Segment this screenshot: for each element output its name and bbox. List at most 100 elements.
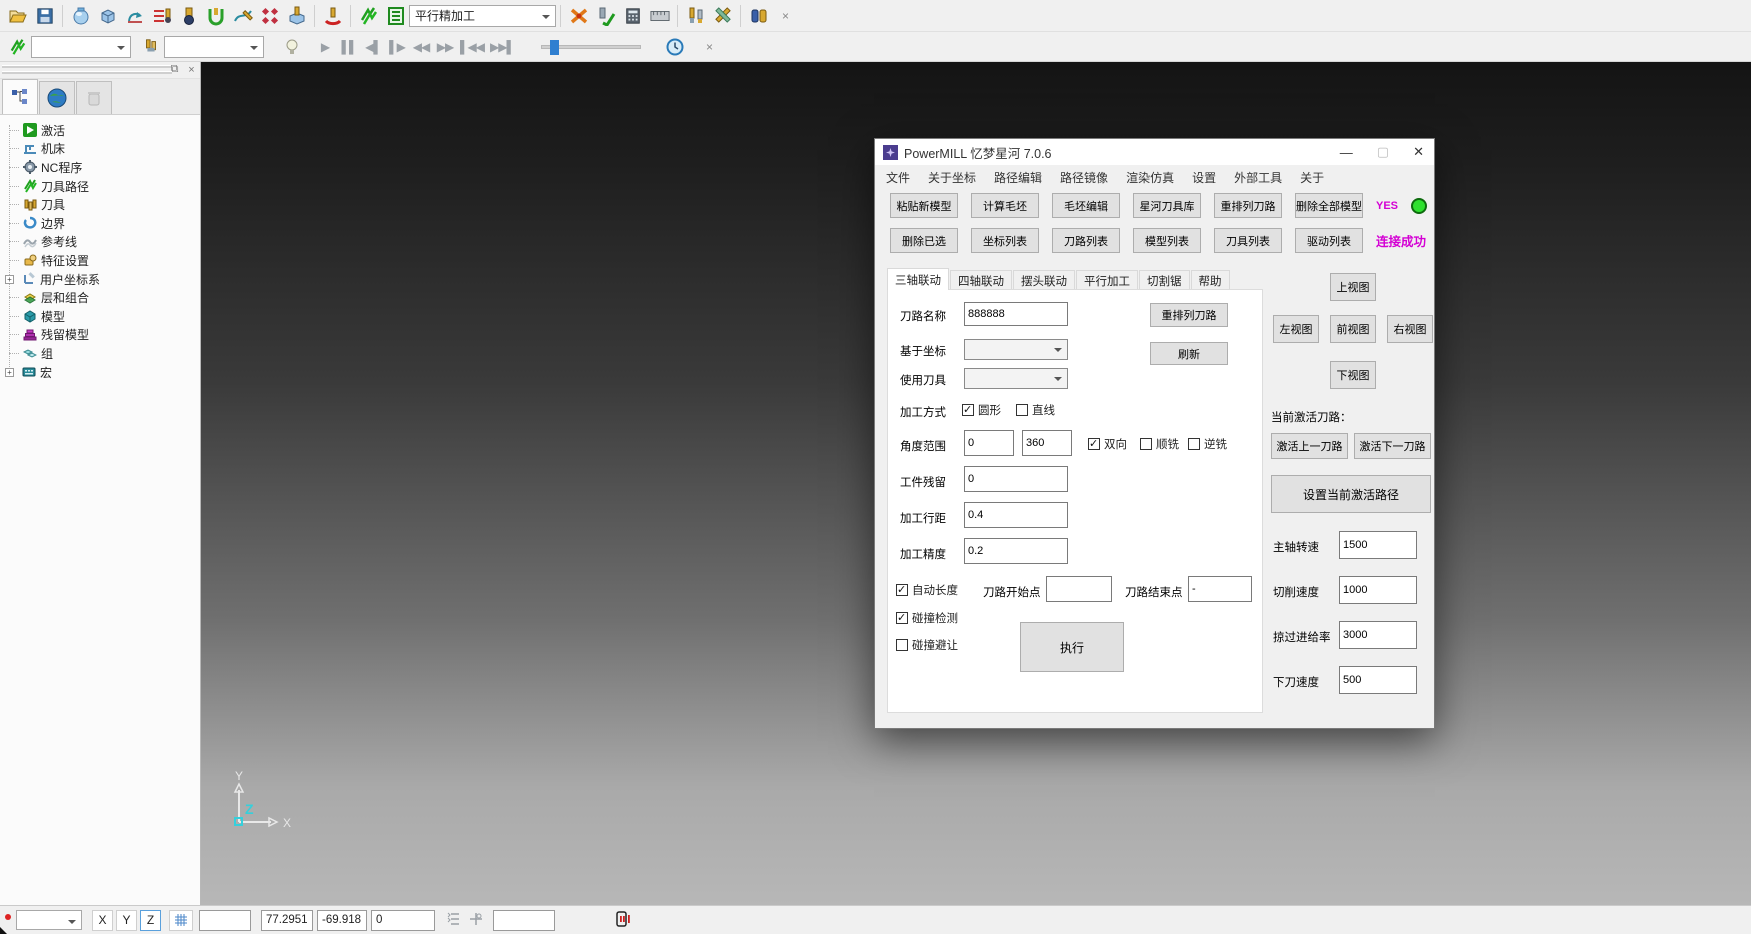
axis-z-button[interactable]: Z — [140, 910, 161, 931]
ball-tool-icon[interactable] — [175, 3, 202, 29]
tool-database-icon[interactable] — [745, 3, 772, 29]
float-panel-icon[interactable]: ⧉ — [168, 63, 181, 76]
toolpath-list-button[interactable]: 刀路列表 — [1052, 228, 1120, 253]
point-list-icon[interactable] — [447, 912, 461, 929]
rearrange-button[interactable]: 重排列刀路 — [1150, 303, 1228, 327]
clock-icon[interactable] — [661, 34, 688, 60]
tree-item-boundaries[interactable]: 边界 — [4, 214, 200, 233]
toolpath-end-input[interactable] — [1188, 576, 1252, 602]
tree-item-patterns[interactable]: 参考线 — [4, 233, 200, 252]
climb-mill-checkbox[interactable]: 顺铣 — [1140, 436, 1179, 452]
toolpath-jump-icon[interactable] — [121, 3, 148, 29]
tool-pair-icon[interactable] — [682, 3, 709, 29]
refresh-button[interactable]: 刷新 — [1150, 342, 1228, 365]
tree-item-feature-sets[interactable]: 特征设置 — [4, 251, 200, 270]
stock-edit-button[interactable]: 毛坯编辑 — [1052, 193, 1120, 218]
close-panel-icon[interactable]: × — [185, 63, 198, 76]
delete-flame-icon[interactable] — [565, 3, 592, 29]
close-icon[interactable]: ✕ — [1413, 144, 1424, 160]
expand-icon[interactable]: + — [5, 275, 14, 284]
menu-render-sim[interactable]: 渲染仿真 — [1126, 169, 1174, 186]
bidirectional-checkbox[interactable]: 双向 — [1088, 436, 1127, 452]
menu-file[interactable]: 文件 — [886, 169, 910, 186]
view-bottom-button[interactable]: 下视图 — [1330, 361, 1376, 389]
tool-library-button[interactable]: 星河刀具库 — [1133, 193, 1201, 218]
tab-head-swing[interactable]: 摆头联动 — [1013, 270, 1075, 290]
calculator-icon[interactable] — [619, 3, 646, 29]
calc-stock-button[interactable]: 计算毛坯 — [971, 193, 1039, 218]
axis-x-button[interactable]: X — [92, 910, 113, 931]
tab-explorer-tree[interactable] — [2, 79, 38, 114]
tree-item-stock-models[interactable]: 残留模型 — [4, 326, 200, 345]
skip-end-button[interactable]: ▶▶▌ — [487, 40, 517, 54]
status-combobox[interactable] — [16, 910, 82, 930]
toolpath-start-input[interactable] — [1046, 576, 1112, 602]
expand-icon[interactable]: + — [5, 368, 14, 377]
tree-item-macros[interactable]: +宏 — [4, 363, 200, 382]
view-left-button[interactable]: 左视图 — [1273, 315, 1319, 343]
plunge-feed-input[interactable] — [1339, 666, 1417, 694]
tree-item-activate[interactable]: 激活 — [4, 121, 200, 140]
spindle-speed-input[interactable] — [1339, 531, 1417, 559]
menu-settings[interactable]: 设置 — [1192, 169, 1216, 186]
open-project-icon[interactable] — [4, 3, 31, 29]
collision-check-icon[interactable] — [202, 3, 229, 29]
coord-list-button[interactable]: 坐标列表 — [971, 228, 1039, 253]
view-top-button[interactable]: 上视图 — [1330, 273, 1376, 301]
delete-all-models-button[interactable]: 删除全部模型 — [1295, 193, 1363, 218]
tab-help[interactable]: 帮助 — [1191, 270, 1230, 290]
coord-x-field[interactable]: 77.2951 — [261, 910, 313, 931]
execute-button[interactable]: 执行 — [1020, 622, 1124, 672]
coord-y-field[interactable]: -69.918 — [317, 910, 367, 931]
collision-avoid-checkbox[interactable]: 碰撞避让 — [896, 637, 958, 653]
nc-program-list-icon[interactable] — [148, 3, 175, 29]
tab-explorer-globe[interactable] — [39, 81, 75, 114]
paste-model-button[interactable]: 粘贴新模型 — [890, 193, 958, 218]
tree-item-tools[interactable]: 刀具 — [4, 195, 200, 214]
tree-item-workplanes[interactable]: +用户坐标系 — [4, 270, 200, 289]
view-front-button[interactable]: 前视图 — [1330, 315, 1376, 343]
coord-base-combobox[interactable] — [964, 339, 1068, 360]
grid-snap-button[interactable] — [169, 910, 193, 931]
status-value-field[interactable] — [493, 910, 555, 931]
skim-feed-input[interactable] — [1339, 621, 1417, 649]
set-active-path-button[interactable]: 设置当前激活路径 — [1271, 475, 1431, 513]
toolbar-close-icon[interactable]: × — [772, 3, 799, 29]
conventional-mill-checkbox[interactable]: 逆铣 — [1188, 436, 1227, 452]
angle-from-input[interactable] — [964, 430, 1014, 456]
rewind-button[interactable]: ◀◀ — [409, 40, 433, 54]
view-right-button[interactable]: 右视图 — [1387, 315, 1433, 343]
block-icon[interactable] — [94, 3, 121, 29]
tree-item-toolpaths[interactable]: 刀具路径 — [4, 177, 200, 196]
angle-to-input[interactable] — [1022, 430, 1072, 456]
drive-list-button[interactable]: 驱动列表 — [1295, 228, 1363, 253]
tab-4axis[interactable]: 四轴联动 — [950, 270, 1012, 290]
cutting-feed-input[interactable] — [1339, 576, 1417, 604]
menu-path-edit[interactable]: 路径编辑 — [994, 169, 1042, 186]
save-project-icon[interactable] — [31, 3, 58, 29]
collision-check-checkbox[interactable]: 碰撞检测 — [896, 610, 958, 626]
rearrange-toolpaths-button[interactable]: 重排列刀路 — [1214, 193, 1282, 218]
stock-allowance-input[interactable] — [964, 466, 1068, 492]
strategy-combobox[interactable]: 平行精加工 — [409, 5, 556, 27]
delete-selected-button[interactable]: 删除已选 — [890, 228, 958, 253]
tree-item-nc-program[interactable]: NC程序 — [4, 158, 200, 177]
sim-tool-combobox[interactable] — [164, 36, 264, 58]
tab-parallel[interactable]: 平行加工 — [1076, 270, 1138, 290]
maximize-icon[interactable]: ▢ — [1377, 144, 1389, 160]
axis-y-button[interactable]: Y — [116, 910, 137, 931]
step-forward-button[interactable]: ▌▶ — [385, 40, 409, 54]
suspend-icon[interactable] — [615, 910, 631, 931]
step-back-button[interactable]: ◀▌ — [361, 40, 385, 54]
powermill-logo-icon[interactable] — [355, 3, 382, 29]
line-checkbox[interactable]: 直线 — [1016, 402, 1055, 418]
coord-z-field[interactable]: 0 — [371, 910, 435, 931]
drag-move-icon[interactable] — [469, 912, 483, 929]
ruler-icon[interactable] — [646, 3, 673, 29]
tool-block-icon[interactable] — [283, 3, 310, 29]
light-bulb-icon[interactable] — [278, 34, 305, 60]
sim-toolpath-combobox[interactable] — [31, 36, 131, 58]
activate-prev-button[interactable]: 激活上一刀路 — [1271, 433, 1348, 459]
fast-forward-button[interactable]: ▶▶ — [433, 40, 457, 54]
tree-item-models[interactable]: 模型 — [4, 307, 200, 326]
